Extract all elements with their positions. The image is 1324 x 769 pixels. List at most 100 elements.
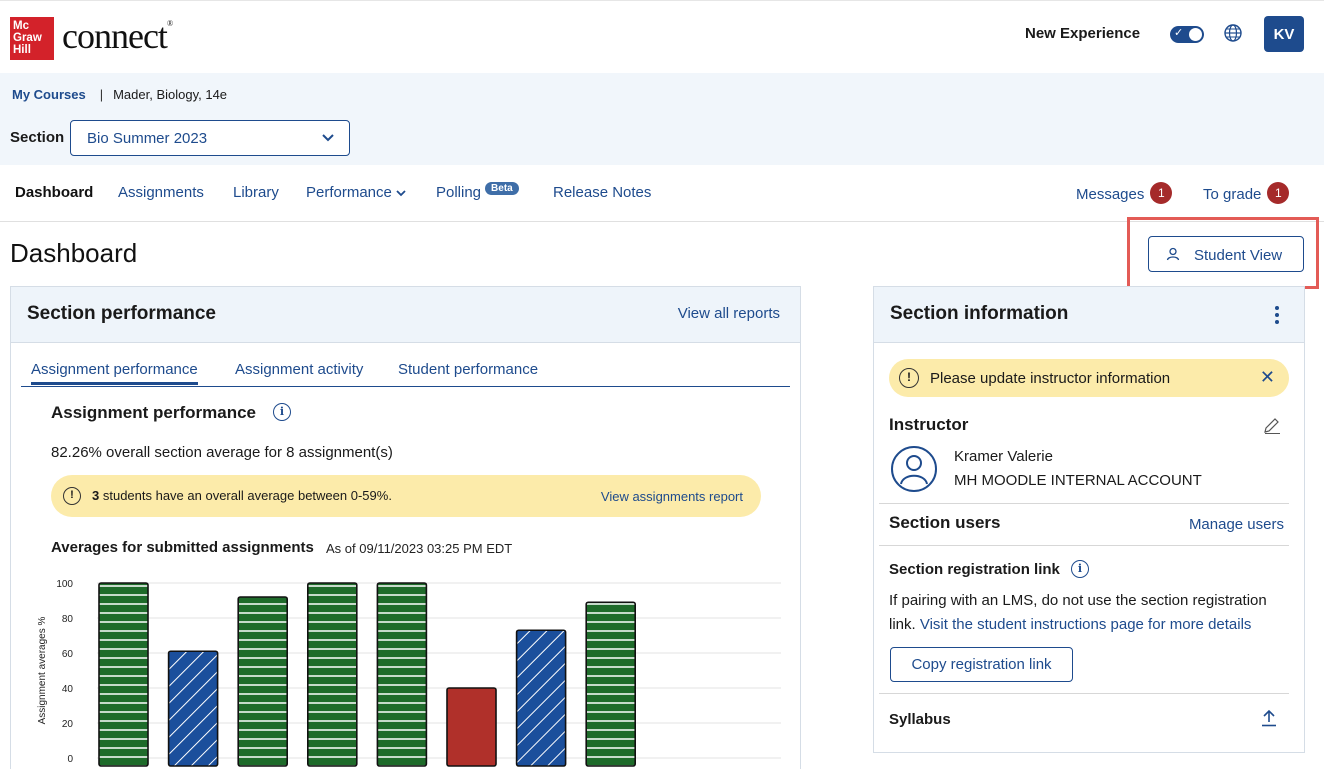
bar [167, 650, 219, 767]
logo-line-3: Hill [13, 44, 31, 56]
update-instructor-notice: ! Please update instructor information ✕ [889, 359, 1289, 397]
low-average-warning: ! 3 students have an overall average bet… [51, 475, 761, 517]
connect-wordmark: connect® [62, 15, 173, 57]
product-name: connect [62, 16, 168, 56]
alert-icon: ! [63, 487, 81, 505]
bar [98, 582, 149, 767]
user-icon [1166, 247, 1180, 261]
top-bar: Mc Graw Hill connect® New Experience ✓ K… [0, 0, 1324, 73]
mcgraw-hill-logo[interactable]: Mc Graw Hill [10, 17, 54, 60]
y-tick-label: 100 [56, 579, 73, 590]
instructor-avatar-icon [891, 446, 937, 492]
bar [376, 582, 428, 767]
assignment-performance-heading: Assignment performance [51, 403, 256, 422]
notice-text: Please update instructor information [930, 370, 1171, 387]
warning-text: 3 students have an overall average betwe… [92, 488, 392, 503]
tab-assignment-performance[interactable]: Assignment performance [31, 361, 198, 385]
section-average-text: 82.26% overall section average for 8 ass… [51, 444, 393, 461]
instructor-name: Kramer Valerie [954, 448, 1053, 465]
view-assignments-report-link[interactable]: View assignments report [601, 489, 743, 504]
globe-icon[interactable] [1223, 23, 1243, 43]
edit-icon[interactable] [1262, 417, 1282, 435]
registration-text-line-2: link. Visit the student instructions pag… [889, 616, 1251, 633]
breadcrumb-my-courses[interactable]: My Courses [12, 87, 86, 102]
check-icon: ✓ [1174, 27, 1184, 39]
student-instructions-link[interactable]: Visit the student instructions page for … [920, 616, 1252, 633]
section-select[interactable]: Bio Summer 2023 [70, 120, 350, 156]
student-view-button[interactable]: Student View [1148, 236, 1304, 272]
beta-badge: Beta [485, 182, 519, 195]
new-experience-label: New Experience [1025, 25, 1141, 42]
copy-registration-link-button[interactable]: Copy registration link [890, 647, 1073, 682]
breadcrumb-separator: | [99, 87, 104, 102]
chart-title: Averages for submitted assignments [51, 539, 314, 556]
info-icon[interactable]: i [273, 403, 291, 421]
y-tick-label: 40 [62, 684, 74, 695]
manage-users-link[interactable]: Manage users [1189, 516, 1284, 533]
chevron-down-icon [396, 190, 406, 197]
registration-text: If pairing with an LMS, do not use the s… [889, 592, 1267, 609]
registration-link-label: Section registration link [889, 561, 1060, 578]
nav-messages[interactable]: Messages 1 [1076, 182, 1173, 206]
registration-text-plain: link. [889, 616, 916, 633]
syllabus-label: Syllabus [889, 711, 951, 728]
bar [515, 629, 567, 767]
nav-library[interactable]: Library [233, 184, 279, 201]
view-all-reports-link[interactable]: View all reports [678, 305, 780, 322]
section-information-card: Section information ! Please update inst… [873, 286, 1305, 753]
upload-icon[interactable] [1260, 709, 1278, 727]
nav-release-notes[interactable]: Release Notes [553, 184, 651, 201]
toggle-knob [1189, 28, 1202, 41]
section-performance-card: Section performance View all reports Ass… [10, 286, 801, 769]
nav-to-grade-label: To grade [1203, 185, 1262, 203]
main-nav: Dashboard Assignments Library Performanc… [0, 166, 1324, 222]
more-options-icon[interactable] [1274, 305, 1280, 325]
registered-mark: ® [166, 19, 173, 28]
y-axis-label: Assignment averages % [37, 616, 48, 724]
logo-line-1: Mc [13, 20, 29, 32]
y-tick-label: 60 [62, 649, 74, 660]
chevron-down-icon [322, 134, 334, 142]
section-select-value: Bio Summer 2023 [87, 130, 208, 147]
section-users-label: Section users [889, 513, 1001, 532]
tab-assignment-activity[interactable]: Assignment activity [235, 361, 363, 378]
bar [237, 596, 288, 767]
nav-messages-label: Messages [1076, 185, 1145, 203]
bar [585, 601, 637, 767]
section-label: Section [10, 129, 65, 146]
page-title: Dashboard [10, 238, 138, 268]
section-information-header: Section information [874, 287, 1304, 343]
info-icon[interactable]: i [1071, 560, 1089, 578]
nav-polling-label: Polling [436, 184, 482, 201]
new-experience-toggle[interactable]: ✓ [1170, 26, 1204, 43]
to-grade-count-badge: 1 [1267, 182, 1290, 204]
nav-to-grade[interactable]: To grade 1 [1203, 182, 1290, 206]
assignment-averages-chart: Assignment averages % 0 20 40 60 80 100 [37, 579, 781, 767]
nav-assignments[interactable]: Assignments [118, 184, 204, 201]
divider [879, 503, 1289, 504]
logo-line-2: Graw [13, 32, 42, 44]
divider [879, 693, 1289, 694]
student-view-label: Student View [1194, 247, 1283, 264]
chart-as-of: As of 09/11/2023 03:25 PM EDT [326, 541, 513, 556]
performance-tabs: Assignment performance Assignment activi… [21, 357, 790, 387]
y-tick-label: 0 [67, 754, 73, 765]
section-information-title: Section information [890, 303, 1069, 324]
y-tick-label: 20 [62, 719, 74, 730]
nav-dashboard[interactable]: Dashboard [15, 184, 93, 201]
alert-icon: ! [899, 368, 919, 388]
instructor-label: Instructor [889, 415, 969, 434]
close-icon[interactable]: ✕ [1260, 367, 1275, 388]
nav-performance-label: Performance [306, 184, 392, 201]
section-performance-title: Section performance [27, 303, 216, 324]
section-performance-header: Section performance View all reports [11, 287, 800, 343]
tab-student-performance[interactable]: Student performance [398, 361, 538, 378]
user-avatar[interactable]: KV [1264, 16, 1304, 52]
bar [446, 687, 497, 767]
divider [879, 545, 1289, 546]
nav-polling[interactable]: Polling Beta [436, 182, 519, 201]
nav-performance[interactable]: Performance [306, 184, 406, 201]
y-tick-label: 80 [62, 614, 74, 625]
messages-count-badge: 1 [1150, 182, 1173, 204]
breadcrumb: My Courses | Mader, Biology, 14e [12, 87, 227, 102]
